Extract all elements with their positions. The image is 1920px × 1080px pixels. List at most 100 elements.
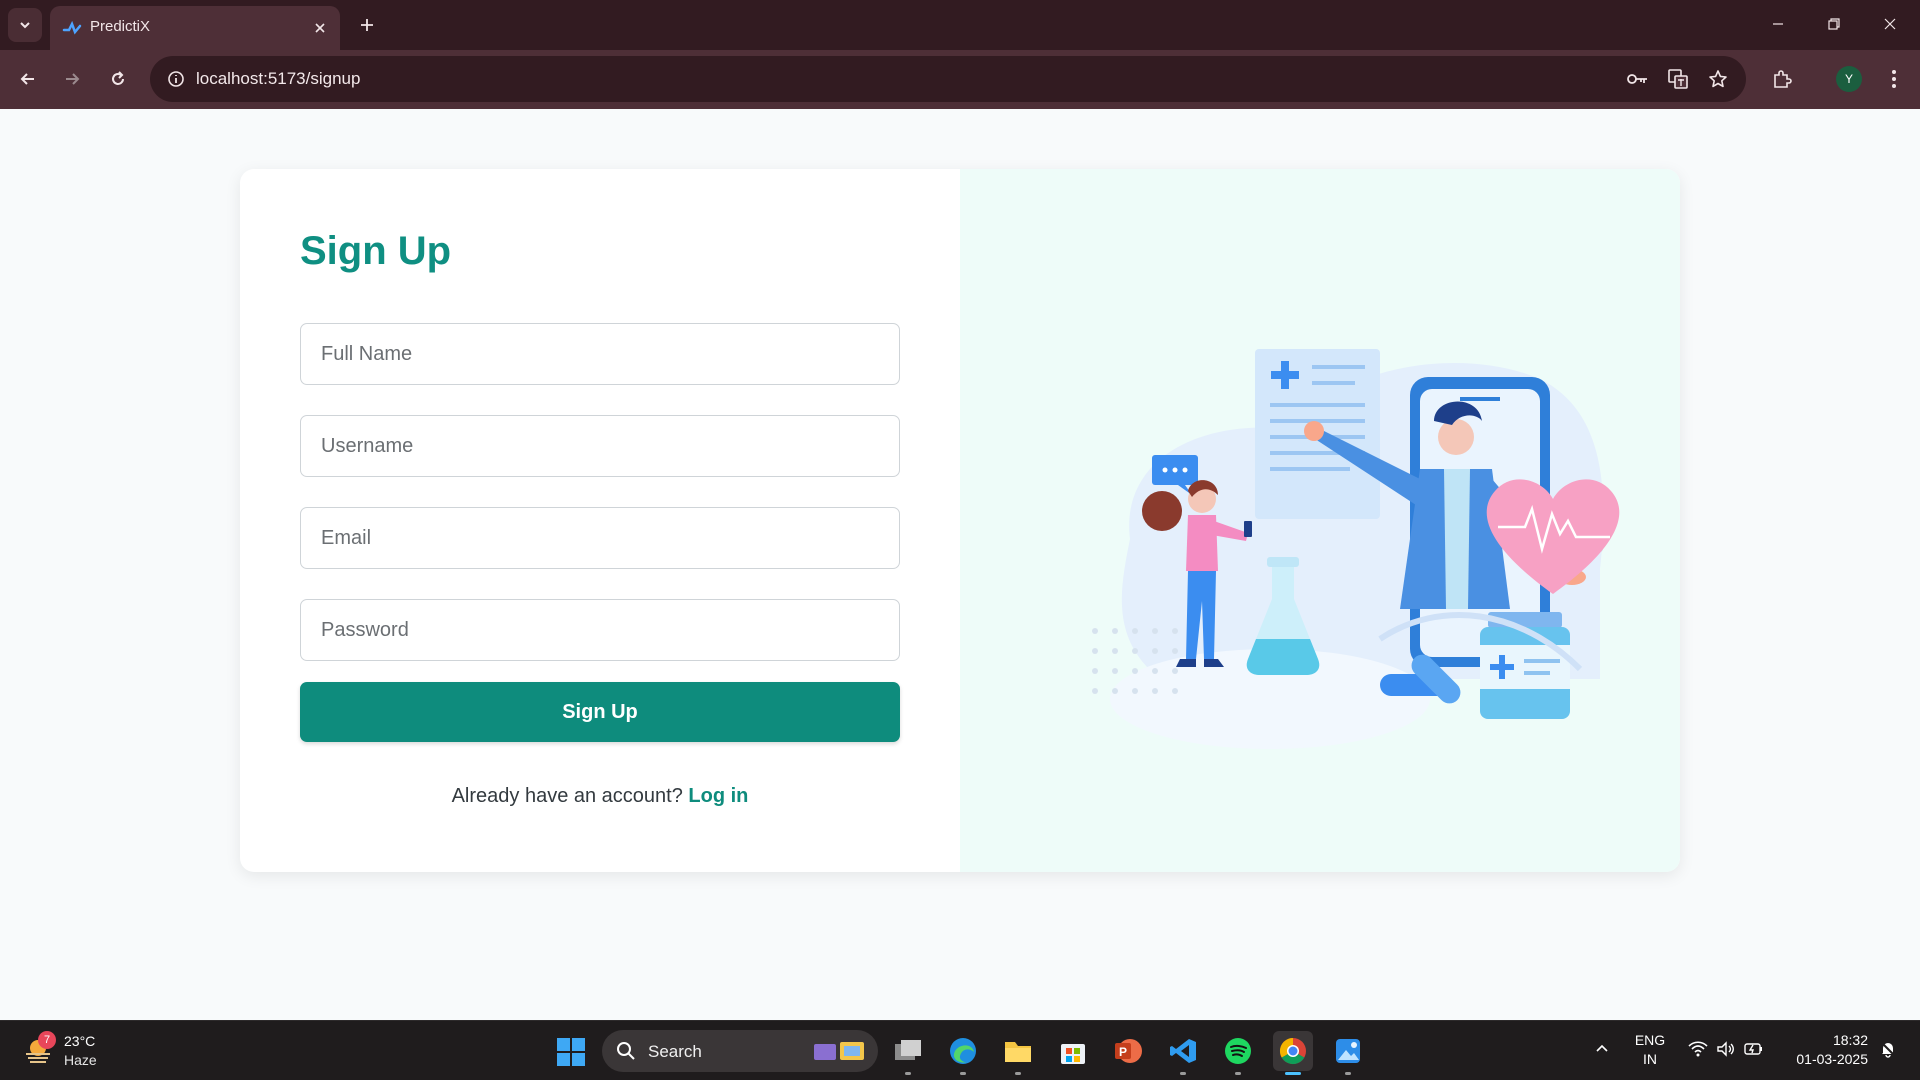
login-link[interactable]: Log in (688, 785, 748, 807)
input-language[interactable]: ENG IN (1632, 1031, 1668, 1069)
browser-menu-button[interactable] (1878, 63, 1910, 95)
reload-button[interactable] (102, 63, 134, 95)
clock-time: 18:32 (1832, 1032, 1868, 1048)
email-input[interactable] (300, 507, 900, 569)
new-tab-button[interactable] (352, 10, 382, 40)
app-indicator (1235, 1072, 1241, 1075)
translate-button[interactable] (1664, 65, 1692, 93)
battery-charging-icon (1744, 1043, 1762, 1055)
app-indicator (1285, 1072, 1301, 1075)
folder-icon (1005, 1042, 1031, 1062)
battery-status[interactable] (1740, 1035, 1768, 1063)
bookmark-button[interactable] (1704, 65, 1732, 93)
temperature: 23°C (64, 1033, 96, 1049)
tab-search-button[interactable] (8, 8, 42, 42)
full-name-input[interactable] (300, 323, 900, 385)
site-info-button[interactable] (162, 65, 190, 93)
notification-bell-icon (1880, 1041, 1896, 1058)
search-label: Search (648, 1042, 702, 1061)
browser-tab-bar: PredictiX (0, 0, 1920, 50)
login-prompt-text: Already have an account? (451, 785, 683, 807)
network-status[interactable] (1684, 1035, 1712, 1063)
windows-taskbar: 7 23°C Haze Search P ENG IN 18:32 01-03-… (0, 1020, 1920, 1080)
file-explorer-app[interactable] (998, 1031, 1038, 1075)
edge-app[interactable] (943, 1031, 983, 1075)
weather-condition: Haze (64, 1052, 97, 1068)
back-button[interactable] (12, 63, 44, 95)
volume-status[interactable] (1712, 1035, 1740, 1063)
search-highlight-icon (814, 1042, 864, 1060)
signup-card: Sign Up Sign Up Already have an account?… (240, 169, 1680, 872)
illustration-panel (960, 169, 1680, 872)
app-indicator (1345, 1072, 1351, 1075)
password-input[interactable] (300, 599, 900, 661)
tab-title: PredictiX (90, 18, 151, 35)
signup-button[interactable]: Sign Up (300, 682, 900, 742)
url-text[interactable]: localhost:5173/signup (196, 69, 360, 89)
page-viewport: Sign Up Sign Up Already have an account?… (0, 109, 1920, 1020)
arrow-right-icon (66, 73, 80, 85)
chrome-app[interactable] (1273, 1031, 1313, 1075)
store-icon (1061, 1044, 1085, 1064)
page-title: Sign Up (300, 229, 452, 273)
minimize-button[interactable] (1758, 8, 1798, 40)
notifications-button[interactable] (1874, 1035, 1902, 1063)
forward-button[interactable] (56, 63, 88, 95)
password-manager-button[interactable] (1624, 65, 1652, 93)
more-vertical-icon (1892, 70, 1896, 88)
puzzle-icon (1774, 70, 1792, 88)
browser-toolbar: localhost:5173/signup Y (0, 50, 1920, 109)
powerpoint-app[interactable]: P (1108, 1031, 1148, 1071)
username-input[interactable] (300, 415, 900, 477)
chrome-icon (1279, 1037, 1306, 1065)
app-indicator (905, 1072, 911, 1075)
minimize-icon (1773, 23, 1783, 25)
photos-app[interactable] (1328, 1031, 1368, 1075)
close-icon (1884, 18, 1896, 30)
task-view-icon (895, 1040, 921, 1060)
vs-code-app[interactable] (1163, 1031, 1203, 1075)
active-tab[interactable]: PredictiX (50, 6, 340, 50)
taskbar-search[interactable]: Search (602, 1030, 878, 1072)
app-indicator (1015, 1072, 1021, 1075)
show-hidden-icons-button[interactable] (1588, 1035, 1616, 1063)
search-icon (617, 1042, 635, 1060)
doctor-illustration (1092, 349, 1620, 749)
system-clock[interactable]: 18:32 01-03-2025 (1784, 1031, 1868, 1069)
star-icon (1709, 70, 1727, 88)
language-region: IN (1643, 1051, 1657, 1067)
chevron-up-icon (1596, 1044, 1608, 1052)
svg-text:P: P (1119, 1045, 1127, 1059)
profile-avatar[interactable]: Y (1836, 66, 1862, 92)
vs-code-icon (1170, 1039, 1196, 1063)
powerpoint-icon: P (1115, 1039, 1142, 1063)
address-bar[interactable]: localhost:5173/signup (150, 56, 1746, 102)
spotify-app[interactable] (1218, 1031, 1258, 1075)
arrow-left-icon (20, 73, 34, 85)
signup-form: Sign Up Sign Up Already have an account?… (240, 169, 960, 872)
speaker-icon (1717, 1041, 1734, 1057)
login-prompt: Already have an account? Log in (300, 785, 900, 808)
restore-button[interactable] (1814, 8, 1854, 40)
weather-alert-badge: 7 (38, 1031, 56, 1049)
close-tab-button[interactable] (308, 16, 332, 40)
edge-icon (950, 1038, 976, 1064)
chevron-down-icon (20, 22, 30, 29)
restore-icon (1828, 18, 1840, 30)
close-window-button[interactable] (1870, 8, 1910, 40)
reload-icon (112, 71, 124, 85)
task-view-app[interactable] (888, 1031, 928, 1075)
key-icon (1627, 74, 1647, 84)
windows-start-icon[interactable] (556, 1037, 586, 1067)
photos-icon (1336, 1039, 1360, 1063)
microsoft-store-app[interactable] (1053, 1031, 1093, 1071)
close-icon (315, 23, 325, 33)
language-code: ENG (1634, 1032, 1666, 1048)
weather-widget[interactable]: 7 23°C Haze (20, 1029, 130, 1073)
extensions-button[interactable] (1766, 63, 1798, 95)
translate-icon (1668, 69, 1688, 89)
spotify-icon (1225, 1038, 1251, 1064)
predictix-logo-icon (62, 20, 82, 35)
plus-icon (361, 19, 373, 31)
app-indicator (960, 1072, 966, 1075)
